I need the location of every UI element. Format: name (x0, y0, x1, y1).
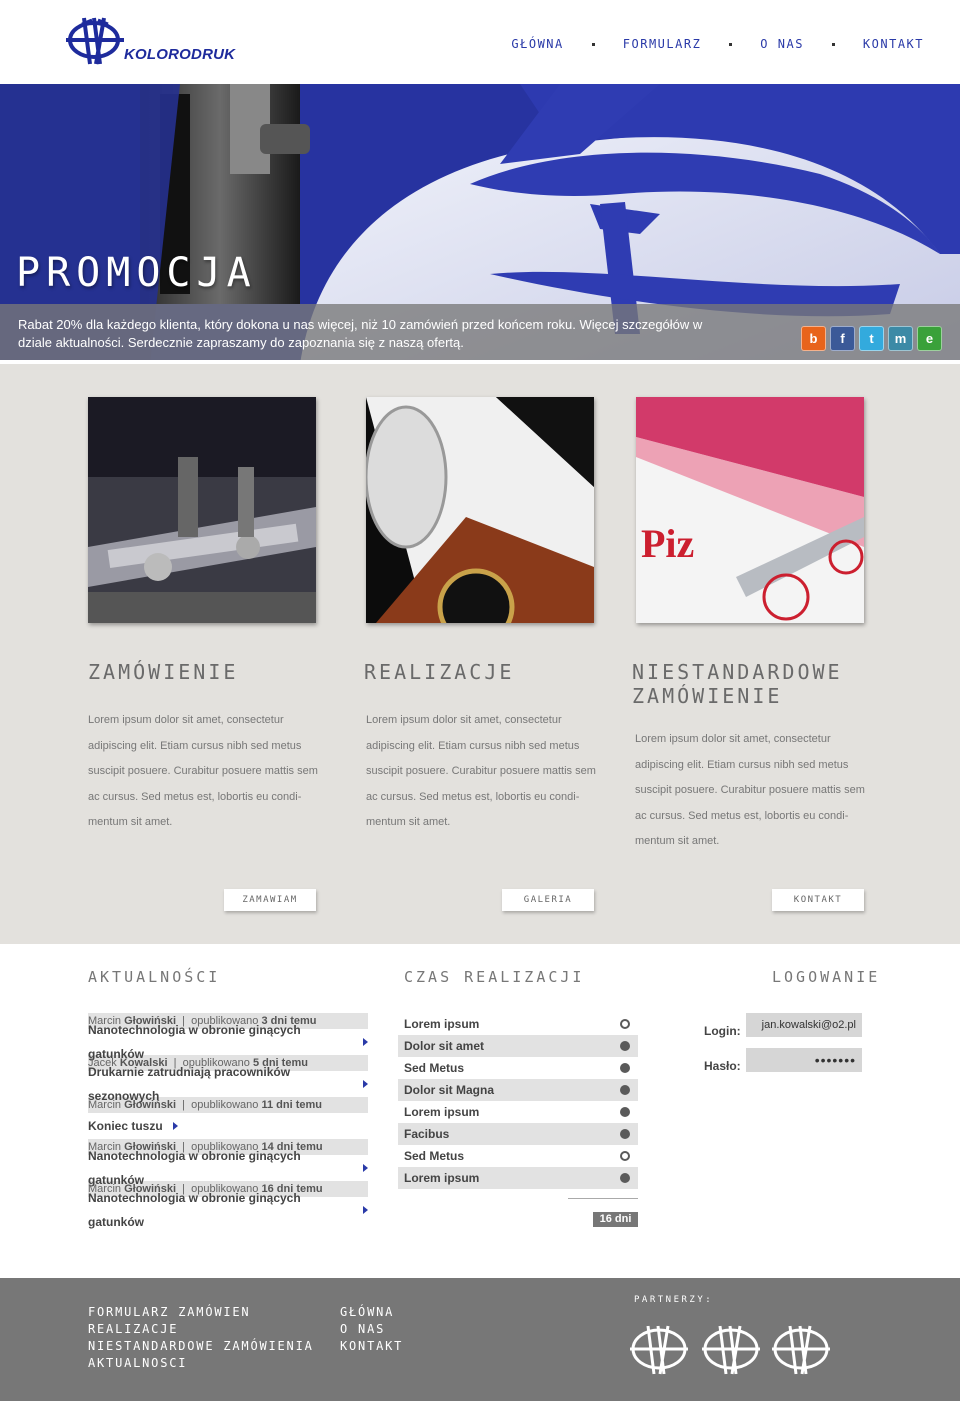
arrow-right-icon (363, 1206, 368, 1214)
radio-icon (620, 1129, 630, 1139)
time-option[interactable]: Dolor sit Magna (398, 1079, 638, 1101)
radio-icon (620, 1085, 630, 1095)
nav-kontakt[interactable]: KONTAKT (863, 37, 924, 51)
feature-desc: Lorem ipsum dolor sit amet, consectetur … (635, 733, 865, 847)
blogger-icon[interactable]: b (801, 326, 826, 351)
arrow-right-icon (363, 1164, 368, 1172)
radio-selected-icon (620, 1151, 630, 1161)
news-headline[interactable]: Koniec tuszu (88, 1113, 368, 1139)
news-section-title: AKTUALNOŚCI (88, 968, 221, 986)
radio-icon (620, 1063, 630, 1073)
delivery-time-options: Lorem ipsum Dolor sit amet Sed Metus Dol… (398, 1013, 638, 1189)
feature-title-niestandardowe: NIESTANDARDOWE ZAMÓWIENIE (632, 660, 843, 708)
footer-link[interactable]: FORMULARZ ZAMÓWIEN (88, 1304, 314, 1321)
divider (568, 1198, 638, 1199)
partner-logo-icon[interactable] (770, 1320, 832, 1378)
radio-selected-icon (620, 1019, 630, 1029)
login-label: Login: (704, 1024, 741, 1038)
partner-logo-icon[interactable] (700, 1320, 762, 1378)
time-option[interactable]: Lorem ipsum (398, 1167, 638, 1189)
footer-link[interactable]: REALIZACJE (88, 1321, 314, 1338)
news-headline[interactable]: Nanotechnologia w obronie ginących gatun… (88, 1023, 368, 1061)
news-item: Marcin Głowiński | opublikowano 3 dni te… (88, 1013, 368, 1061)
watch-image[interactable] (366, 397, 594, 623)
feature-title-zamowienie: ZAMÓWIENIE (88, 660, 239, 684)
time-option[interactable]: Sed Metus (398, 1057, 638, 1079)
news-item: Marcin Głowiński | opublikowano 14 dni t… (88, 1139, 368, 1187)
myspace-icon[interactable]: m (888, 326, 913, 351)
login-section-title: LOGOWANIE (772, 968, 881, 986)
news-list: Marcin Głowiński | opublikowano 3 dni te… (88, 1013, 368, 1229)
features-section: ZAMÓWIENIE Lorem ipsum dolor sit amet, c… (0, 364, 960, 944)
time-result-badge: 16 dni (593, 1212, 638, 1227)
footer-link[interactable]: GŁÓWNA (340, 1304, 403, 1321)
author-first: Marcin (88, 1099, 122, 1111)
promo-caption-bar: Rabat 20% dla każdego klienta, który dok… (0, 304, 960, 360)
time-option[interactable]: Lorem ipsum (398, 1101, 638, 1123)
promo-title: PROMOCJA (16, 250, 257, 296)
brand-name: KOLORODRUK (124, 46, 236, 63)
footer-links-1: FORMULARZ ZAMÓWIEN REALIZACJE NIESTANDAR… (88, 1304, 314, 1372)
promo-banner: PROMOCJA Rabat 20% dla każdego klienta, … (0, 84, 960, 364)
password-input[interactable] (746, 1048, 862, 1072)
feature-desc: Lorem ipsum dolor sit amet, consectetur … (88, 714, 318, 828)
partners-title: PARTNERZY: (634, 1295, 714, 1305)
radio-icon (620, 1107, 630, 1117)
arrow-right-icon (363, 1080, 368, 1088)
radio-icon (620, 1041, 630, 1051)
nav-separator (831, 42, 835, 46)
news-item: Jacek Kowalski | opublikowano 5 dni temu… (88, 1055, 368, 1103)
news-headline[interactable]: Drukarnie zatrudniają pracowników sezono… (88, 1065, 368, 1103)
header: KOLORODRUK GŁÓWNA FORMULARZ O NAS KONTAK… (0, 0, 960, 84)
footer-link[interactable]: KONTAKT (340, 1338, 403, 1355)
partner-logo-icon[interactable] (628, 1320, 690, 1378)
arrow-right-icon (172, 1122, 178, 1130)
zamawiam-button[interactable]: ZAMAWIAM (224, 889, 316, 911)
facebook-icon[interactable]: f (830, 326, 855, 351)
news-headline[interactable]: Nanotechnologia w obronie ginących gatun… (88, 1191, 368, 1229)
kontakt-button[interactable]: KONTAKT (772, 889, 864, 911)
footer-link[interactable]: NIESTANDARDOWE ZAMÓWIENIA (88, 1338, 314, 1355)
login-input[interactable] (746, 1013, 862, 1037)
time-option[interactable]: Dolor sit amet (398, 1035, 638, 1057)
screen-printing-image[interactable]: Piz (636, 397, 864, 623)
published-label: opublikowano (191, 1099, 259, 1111)
main-nav: GŁÓWNA FORMULARZ O NAS KONTAKT (511, 37, 924, 51)
times-section-title: CZAS REALIZACJI (404, 968, 585, 986)
radio-icon (620, 1173, 630, 1183)
logo[interactable]: KOLORODRUK (66, 14, 246, 68)
e-icon[interactable]: e (917, 326, 942, 351)
feature-desc: Lorem ipsum dolor sit amet, consectetur … (366, 714, 596, 828)
nav-formularz[interactable]: FORMULARZ (623, 37, 702, 51)
time-option[interactable]: Sed Metus (398, 1145, 638, 1167)
footer: FORMULARZ ZAMÓWIEN REALIZACJE NIESTANDAR… (0, 1278, 960, 1401)
time-option[interactable]: Lorem ipsum (398, 1013, 638, 1035)
footer-link[interactable]: AKTUALNOSCI (88, 1355, 314, 1372)
twitter-icon[interactable]: t (859, 326, 884, 351)
news-headline[interactable]: Nanotechnologia w obronie ginących gatun… (88, 1149, 368, 1187)
galeria-button[interactable]: GALERIA (502, 889, 594, 911)
published-ago: 11 dni temu (261, 1099, 323, 1111)
author-last: Głowiński (124, 1099, 177, 1111)
feature-title-realizacje: REALIZACJE (364, 660, 515, 684)
nav-separator (729, 42, 733, 46)
arrow-right-icon (363, 1038, 368, 1046)
nav-glowna[interactable]: GŁÓWNA (511, 37, 563, 51)
promo-text: Rabat 20% dla każdego klienta, który dok… (18, 317, 703, 350)
logo-emblem-icon (66, 17, 124, 65)
printing-machine-image[interactable] (88, 397, 316, 623)
password-label: Hasło: (704, 1059, 741, 1073)
social-links: b f t m e (801, 326, 942, 351)
nav-o-nas[interactable]: O NAS (760, 37, 804, 51)
news-item: Marcin Głowiński | opublikowano 16 dni t… (88, 1181, 368, 1229)
svg-text:Piz: Piz (641, 521, 694, 566)
nav-separator (591, 42, 595, 46)
footer-link[interactable]: O NAS (340, 1321, 403, 1338)
footer-links-2: GŁÓWNA O NAS KONTAKT (340, 1304, 403, 1355)
time-option[interactable]: Facibus (398, 1123, 638, 1145)
